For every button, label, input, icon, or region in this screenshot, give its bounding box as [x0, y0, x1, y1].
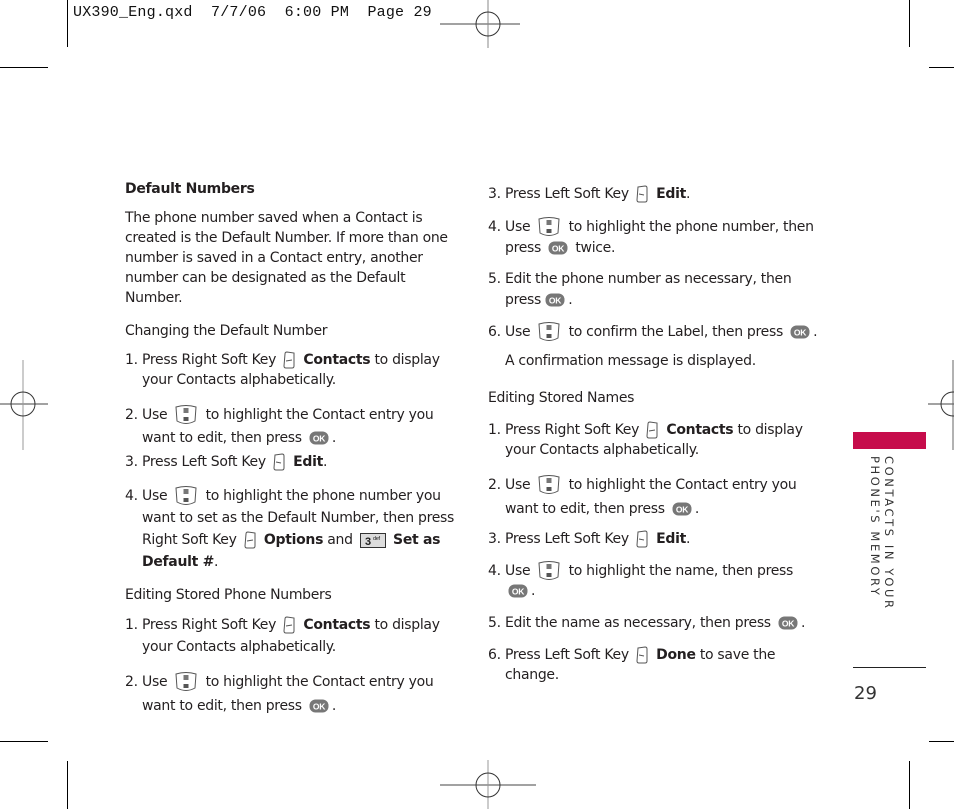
right-soft-key-icon — [283, 616, 296, 634]
svg-text:OK: OK — [512, 587, 525, 597]
step-5-editing-names: 5. Edit the name as necessary, then pres… — [488, 615, 806, 631]
svg-text:OK: OK — [549, 296, 562, 306]
subheading-editing-names: Editing Stored Names — [488, 390, 635, 406]
footer-rule — [853, 667, 926, 668]
crop-mark — [0, 67, 48, 68]
nav-key-icon — [174, 672, 198, 692]
ok-key-icon: OK — [548, 241, 568, 255]
right-soft-key-icon — [283, 351, 296, 369]
step-2-editing-names: 2. Use to highlight the Contact entry yo… — [488, 475, 797, 517]
crop-mark — [67, 761, 68, 809]
step-2-changing: 2. Use to highlight the Contact entry yo… — [125, 405, 434, 446]
registration-mark-top — [440, 0, 520, 48]
ok-key-icon: OK — [778, 616, 798, 630]
right-column: 3. Press Left Soft Key Edit. 4. Use to h… — [488, 184, 823, 685]
nav-key-icon — [174, 486, 198, 506]
section-heading-default-numbers: Default Numbers — [125, 181, 255, 197]
ok-key-icon: OK — [545, 293, 565, 307]
step-1-changing: 1. Press Right Soft Key Contacts to disp… — [125, 351, 440, 388]
section-tab-label: CONTACTS IN YOUR PHONE'S MEMORY — [868, 456, 896, 611]
ok-key-icon: OK — [309, 431, 329, 445]
step-2-editing-numbers: 2. Use to highlight the Contact entry yo… — [125, 672, 434, 714]
step-6-editing-numbers: 6. Use to confirm the Label, then press … — [488, 322, 818, 342]
left-soft-key-icon — [636, 530, 649, 548]
left-soft-key-icon — [636, 185, 649, 203]
confirmation-note: A confirmation message is displayed. — [505, 353, 756, 369]
nav-key-icon — [537, 561, 561, 581]
step-3-editing-numbers: 3. Press Left Soft Key Edit. — [488, 185, 691, 203]
nav-key-icon — [537, 217, 561, 237]
right-soft-key-icon — [244, 531, 257, 549]
step-4-changing: 4. Use to highlight the phone number you… — [125, 486, 455, 570]
step-4-editing-names: 4. Use to highlight the name, then press… — [488, 561, 794, 599]
page-number: 29 — [854, 683, 877, 704]
crop-mark — [909, 761, 910, 809]
crop-mark — [929, 67, 954, 68]
registration-mark-left — [0, 360, 48, 450]
step-3-changing: 3. Press Left Soft Key Edit. — [125, 453, 328, 471]
right-soft-key-icon — [646, 421, 659, 439]
step-1-editing-names: 1. Press Right Soft Key Contacts to disp… — [488, 421, 803, 458]
left-soft-key-icon — [636, 646, 649, 664]
svg-text:OK: OK — [552, 244, 565, 254]
svg-text:OK: OK — [313, 434, 326, 444]
left-column: Default Numbers The phone number saved w… — [125, 179, 460, 718]
svg-text:OK: OK — [782, 619, 795, 629]
svg-text:OK: OK — [676, 505, 689, 515]
ok-key-icon: OK — [790, 325, 810, 339]
section-tab-accent — [853, 432, 926, 449]
crop-mark — [909, 0, 910, 47]
crop-mark — [0, 741, 48, 742]
svg-text:def: def — [373, 536, 381, 542]
nav-key-icon — [537, 475, 561, 495]
nav-key-icon — [174, 405, 198, 425]
left-soft-key-icon — [273, 453, 286, 471]
key-3-def-icon: 3 def — [359, 532, 386, 548]
default-numbers-paragraph: The phone number saved when a Contact is… — [125, 210, 448, 306]
svg-text:OK: OK — [313, 702, 326, 712]
subheading-changing-default: Changing the Default Number — [125, 323, 328, 339]
svg-text:OK: OK — [794, 328, 807, 338]
crop-mark — [929, 741, 954, 742]
svg-text:3: 3 — [365, 536, 371, 548]
step-6-editing-names: 6. Press Left Soft Key Done to save the … — [488, 646, 776, 683]
nav-key-icon — [537, 322, 561, 342]
step-1-editing-numbers: 1. Press Right Soft Key Contacts to disp… — [125, 616, 440, 655]
subheading-editing-numbers: Editing Stored Phone Numbers — [125, 587, 332, 603]
ok-key-icon: OK — [309, 699, 329, 713]
step-3-editing-names: 3. Press Left Soft Key Edit. — [488, 530, 691, 548]
registration-mark-bottom — [440, 760, 536, 809]
crop-mark — [67, 0, 68, 47]
ok-key-icon: OK — [508, 584, 528, 598]
step-4-editing-numbers: 4. Use to highlight the phone number, th… — [488, 217, 814, 256]
printer-slug: UX390_Eng.qxd 7/7/06 6:00 PM Page 29 — [73, 4, 432, 21]
step-5-editing-numbers: 5. Edit the phone number as necessary, t… — [488, 271, 792, 308]
registration-mark-right — [928, 360, 954, 450]
ok-key-icon: OK — [672, 502, 692, 516]
